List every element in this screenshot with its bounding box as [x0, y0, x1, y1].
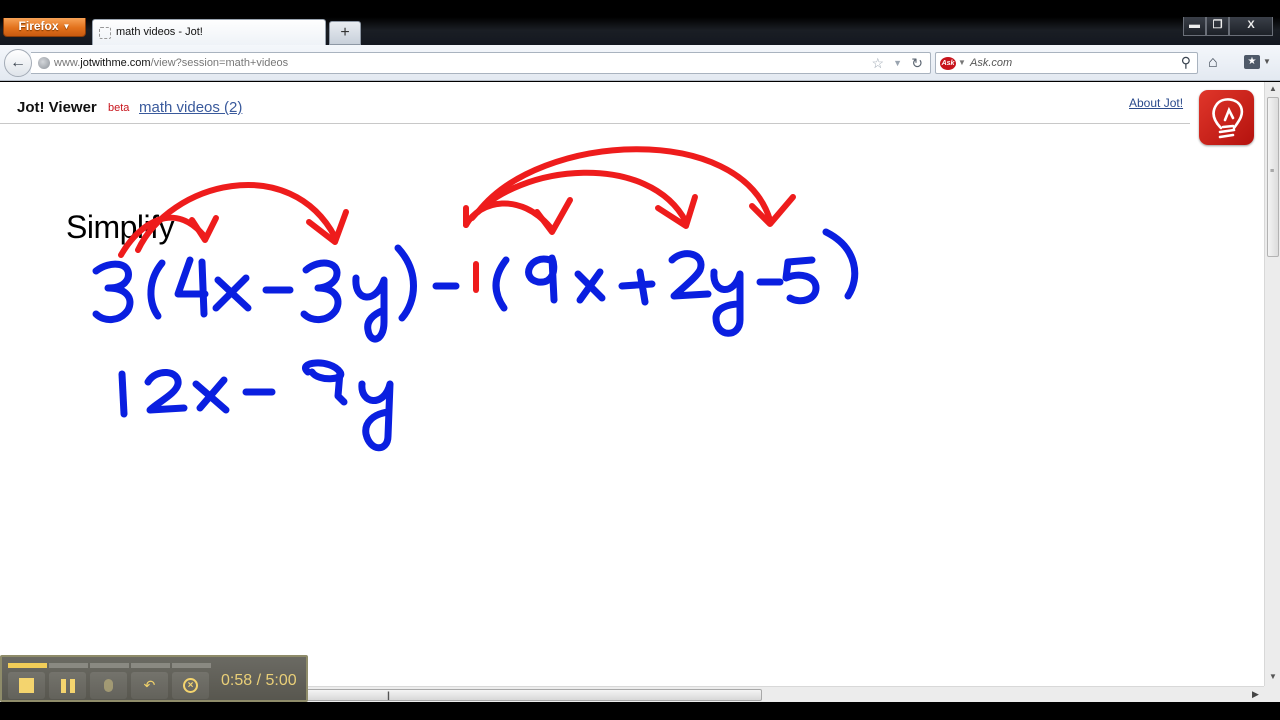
undo-icon: ↶ — [143, 677, 156, 693]
minimize-icon: ▬ — [1189, 19, 1200, 31]
grip-icon: ≡ — [1270, 168, 1275, 175]
stop-button[interactable] — [8, 672, 45, 699]
page-content: Jot! Viewer beta math videos (2) About J… — [0, 82, 1264, 686]
scroll-up-arrow-icon[interactable]: ▲ — [1269, 84, 1277, 93]
recording-progress-bar — [8, 663, 211, 668]
close-window-button[interactable]: X — [1229, 17, 1273, 36]
blue-work-line-ink — [118, 359, 394, 452]
home-button[interactable]: ⌂ — [1208, 54, 1218, 72]
restore-icon: ❐ — [1212, 19, 1223, 31]
close-circle-icon: × — [183, 678, 198, 693]
bookmark-star-icon[interactable]: ☆ — [871, 55, 884, 72]
chevron-down-icon[interactable]: ▼ — [958, 58, 966, 67]
progress-segment — [8, 663, 47, 668]
tab-title: math videos - Jot! — [116, 26, 203, 38]
red-distribution-arrows — [118, 146, 796, 293]
grip-icon: ||| — [387, 690, 390, 700]
close-icon: X — [1247, 19, 1255, 31]
progress-segment — [90, 663, 129, 668]
url-text[interactable]: www.jotwithme.com/view?session=math+vide… — [54, 57, 288, 69]
horizontal-scroll-thumb[interactable]: ||| — [300, 689, 762, 701]
vertical-scroll-thumb[interactable] — [1267, 97, 1279, 257]
magnifier-icon[interactable]: ⚲ — [1181, 54, 1191, 71]
recording-time: 0:58 / 5:00 — [221, 672, 297, 689]
arrow-neg1-to-9x-head — [534, 197, 573, 235]
firefox-menu-button[interactable]: Firefox ▼ — [3, 18, 86, 37]
chevron-down-icon: ▼ — [62, 22, 71, 31]
progress-segment — [49, 663, 88, 668]
chevron-down-icon[interactable]: ▼ — [1263, 57, 1271, 66]
microphone-button[interactable] — [90, 672, 127, 699]
microphone-icon — [104, 679, 113, 692]
progress-segment — [131, 663, 170, 668]
reload-icon[interactable]: ↻ — [911, 55, 923, 72]
back-arrow-icon: ← — [10, 54, 26, 71]
window-titlebar: Firefox ▼ math videos - Jot! + ▬ ❐ X — [0, 0, 1280, 46]
stop-icon — [19, 678, 34, 693]
scroll-down-arrow-icon[interactable]: ▼ — [1269, 672, 1277, 681]
browser-tab[interactable]: math videos - Jot! — [92, 19, 326, 46]
search-bar[interactable]: Ask ▼ Ask.com ⚲ — [935, 52, 1198, 74]
minimize-button[interactable]: ▬ — [1183, 17, 1206, 36]
progress-segment — [172, 663, 211, 668]
restore-button[interactable]: ❐ — [1206, 17, 1229, 36]
bookmarks-menu-icon[interactable]: ★ — [1244, 55, 1260, 69]
arrow-3-to-4x-head — [189, 215, 219, 243]
arrow-neg1-to-2y — [469, 169, 689, 225]
pause-button[interactable] — [49, 672, 86, 699]
vertical-scrollbar[interactable]: ▲ ≡ ▼ — [1264, 82, 1280, 686]
scroll-right-arrow-icon[interactable]: ▶ — [1252, 689, 1259, 700]
screen-bottom-border — [0, 702, 1280, 720]
ask-engine-icon[interactable]: Ask — [940, 57, 956, 70]
recorder-controls: ↶ × 0:58 / 5:00 — [0, 655, 308, 702]
whiteboard-canvas[interactable] — [0, 82, 1264, 686]
page-favicon-icon — [99, 27, 111, 39]
close-recorder-button[interactable]: × — [172, 672, 209, 699]
undo-button[interactable]: ↶ — [131, 672, 168, 699]
pause-icon — [60, 678, 75, 693]
scrollbar-corner — [1264, 686, 1280, 702]
search-placeholder: Ask.com — [970, 57, 1013, 69]
navigation-toolbar: www.jotwithme.com/view?session=math+vide… — [0, 45, 1280, 81]
new-tab-button[interactable]: + — [329, 21, 361, 45]
back-button[interactable]: ← — [4, 49, 32, 77]
globe-icon — [38, 57, 50, 69]
address-bar[interactable]: www.jotwithme.com/view?session=math+vide… — [31, 52, 931, 74]
history-dropdown-icon[interactable]: ▼ — [893, 58, 902, 68]
